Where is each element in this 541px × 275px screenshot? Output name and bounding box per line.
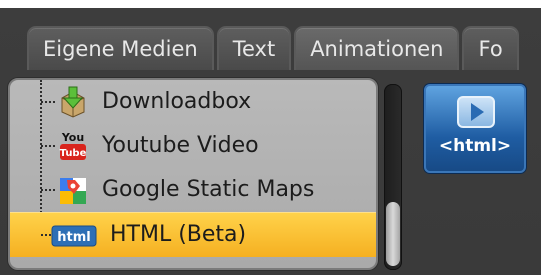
list-item-label: HTML (Beta)	[110, 222, 247, 247]
editor-media-panel: Eigene Medien Text Animationen Fo Downlo…	[0, 0, 541, 275]
play-icon	[457, 96, 495, 128]
list-item-label: Google Static Maps	[102, 177, 315, 202]
tab-bar: Eigene Medien Text Animationen Fo	[27, 26, 519, 70]
html-badge-text: html	[57, 230, 90, 245]
vertical-scrollbar[interactable]	[384, 84, 402, 270]
tab-text[interactable]: Text	[216, 26, 292, 70]
download-box-icon	[61, 86, 85, 118]
scrollbar-thumb[interactable]	[386, 202, 400, 266]
tree-branch	[41, 101, 55, 103]
list-item-downloadbox[interactable]: Downloadbox	[10, 80, 376, 124]
google-maps-icon	[60, 178, 86, 204]
tree-branch	[41, 189, 55, 191]
youtube-icon-text-top: You	[61, 131, 84, 144]
widget-list-panel: Downloadbox You Tube Youtube Video Googl…	[8, 78, 378, 270]
tab-animationen[interactable]: Animationen	[294, 26, 460, 70]
html-badge-icon: html	[51, 225, 97, 247]
tree-branch	[41, 145, 55, 147]
html-widget-tile[interactable]: <html>	[424, 84, 526, 173]
list-item-html-beta[interactable]: html HTML (Beta)	[10, 212, 376, 257]
list-item-youtube-video[interactable]: You Tube Youtube Video	[10, 124, 376, 168]
list-item-label: Youtube Video	[102, 133, 259, 158]
list-item-label: Downloadbox	[102, 89, 252, 114]
list-item-google-static-maps[interactable]: Google Static Maps	[10, 168, 376, 212]
tab-eigene-medien[interactable]: Eigene Medien	[27, 26, 214, 70]
tab-truncated[interactable]: Fo	[462, 26, 519, 70]
youtube-icon: You Tube	[60, 131, 87, 160]
html-tile-label: <html>	[438, 136, 512, 156]
youtube-icon-text-bottom: Tube	[60, 148, 87, 159]
